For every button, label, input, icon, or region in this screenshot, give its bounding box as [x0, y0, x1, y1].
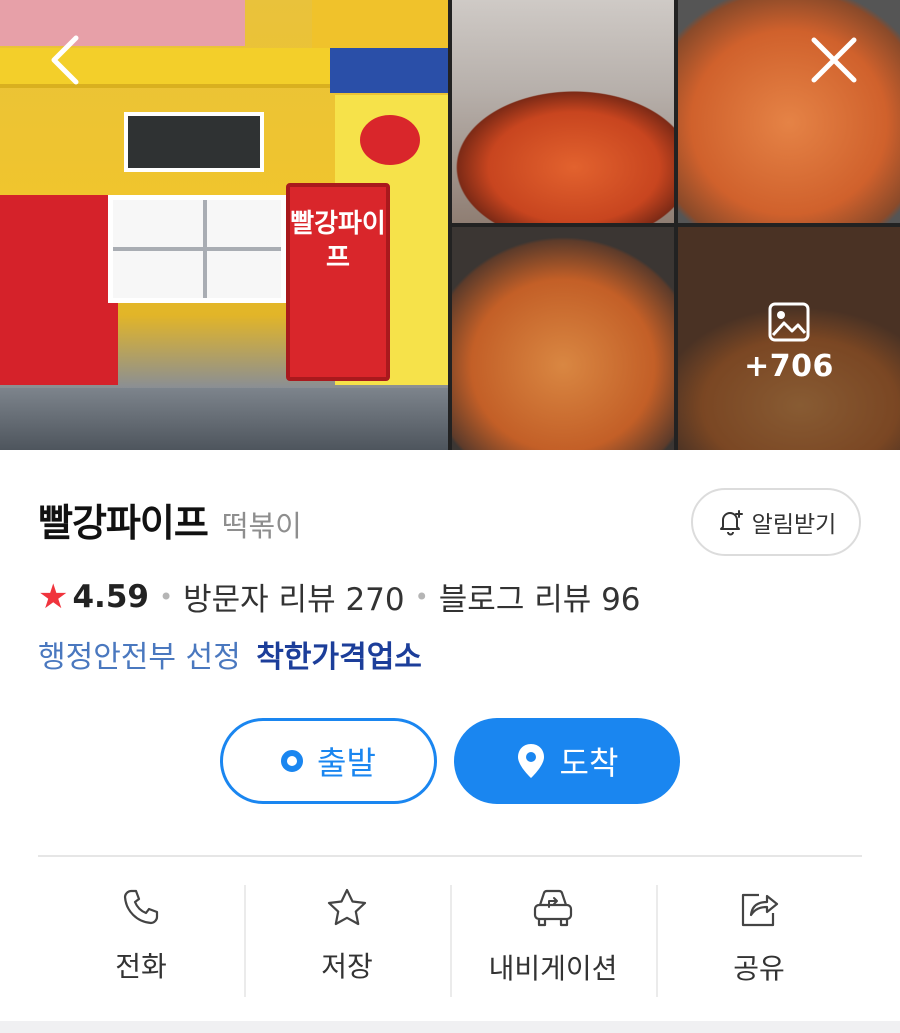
- navigation-button[interactable]: 내비게이션: [450, 885, 656, 997]
- depart-button[interactable]: 출발: [220, 718, 437, 804]
- certification-prefix: 행정안전부 선정: [38, 640, 241, 675]
- close-icon: [811, 37, 857, 83]
- star-icon: [327, 888, 367, 926]
- certification-badge: 착한가격업소: [256, 640, 422, 675]
- image-icon: [768, 302, 810, 342]
- food-photo-3[interactable]: [452, 227, 674, 450]
- photo-gallery: 빨강파이프 +706: [0, 0, 900, 450]
- alarm-button[interactable]: 알림받기: [691, 488, 861, 556]
- share-button[interactable]: 공유: [656, 885, 862, 997]
- phone-icon: [123, 889, 159, 925]
- car-navigation-icon: [533, 889, 573, 927]
- back-button[interactable]: [36, 30, 96, 90]
- origin-dot-icon: [281, 750, 304, 772]
- food-photo-1[interactable]: [452, 0, 674, 223]
- close-button[interactable]: [804, 30, 864, 90]
- place-category: 떡볶이: [221, 509, 302, 543]
- food-photo-2[interactable]: [678, 0, 900, 223]
- rating-star-icon: ★: [38, 576, 69, 617]
- chevron-left-icon: [51, 35, 79, 85]
- arrive-button[interactable]: 도착: [454, 718, 680, 804]
- place-title-row: 빨강파이프 떡볶이: [38, 492, 302, 547]
- call-button[interactable]: 전화: [38, 885, 244, 997]
- action-bar: 전화 저장 내비게이션 공유: [38, 885, 862, 997]
- more-photos-button[interactable]: +706: [678, 227, 900, 450]
- share-icon: [741, 893, 779, 927]
- place-name: 빨강파이프: [38, 501, 209, 545]
- alarm-label: 알림받기: [751, 512, 837, 538]
- depart-label: 출발: [317, 744, 376, 782]
- certification-row[interactable]: 행정안전부 선정 착한가격업소: [38, 632, 422, 676]
- arrive-label: 도착: [559, 744, 619, 782]
- store-sign: 빨강파이프: [286, 183, 390, 381]
- action-label: 공유: [733, 952, 785, 985]
- rating-row: ★ 4.59 • 방문자 리뷰 270 • 블로그 리뷰 96: [38, 574, 641, 619]
- bell-plus-icon: [719, 510, 743, 536]
- location-pin-icon: [517, 744, 544, 778]
- action-label: 저장: [321, 950, 373, 983]
- save-button[interactable]: 저장: [244, 885, 450, 997]
- bottom-strip: [0, 1021, 900, 1033]
- visitor-reviews-link[interactable]: 방문자 리뷰 270: [183, 574, 404, 619]
- action-label: 전화: [115, 950, 167, 983]
- rating-value: 4.59: [72, 578, 149, 615]
- divider: [38, 855, 862, 857]
- action-label: 내비게이션: [488, 952, 618, 985]
- more-photos-count: +706: [744, 349, 834, 384]
- blog-reviews-link[interactable]: 블로그 리뷰 96: [439, 574, 641, 619]
